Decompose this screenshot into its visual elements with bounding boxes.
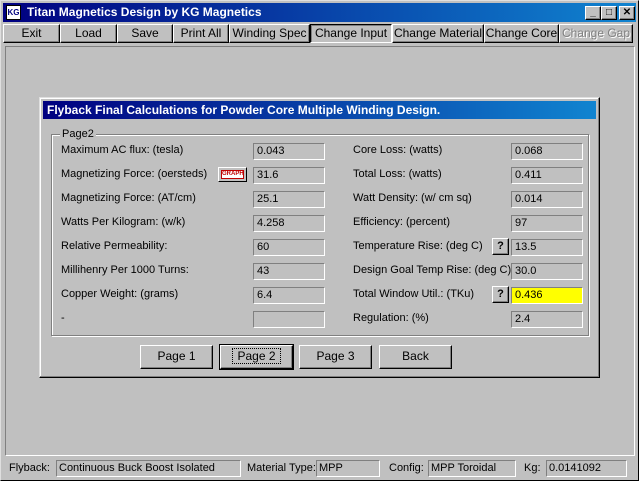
- kg-label: Kg:: [524, 462, 541, 474]
- temperature-rise-label: Temperature Rise: (deg C): [353, 240, 483, 252]
- magnetizing-force-atcm-value: 25.1: [253, 191, 325, 208]
- magnetizing-force-oe-value: 31.6: [253, 167, 325, 184]
- millihenry-label: Millihenry Per 1000 Turns:: [61, 264, 189, 276]
- page-1-label: Page 1: [157, 349, 196, 363]
- winding-spec-button[interactable]: Winding Spec: [229, 24, 310, 43]
- page-2-label: Page 2: [232, 348, 281, 364]
- millihenry-value: 43: [253, 263, 325, 280]
- regulation-label: Regulation: (%): [353, 312, 429, 324]
- efficiency-value: 97: [511, 215, 583, 232]
- copper-weight-label: Copper Weight: (grams): [61, 288, 179, 300]
- config-value: MPP Toroidal: [428, 460, 516, 477]
- change-material-button[interactable]: Change Material: [392, 24, 484, 43]
- copper-weight-value: 6.4: [253, 287, 325, 304]
- window-util-help-button[interactable]: ?: [492, 286, 509, 303]
- back-button[interactable]: Back: [379, 345, 452, 369]
- change-core-button[interactable]: Change Core: [484, 24, 559, 43]
- back-label: Back: [402, 349, 429, 363]
- regulation-value: 2.4: [511, 311, 583, 328]
- design-goal-temp-value: 30.0: [511, 263, 583, 280]
- calculations-dialog: Flyback Final Calculations for Powder Co…: [39, 97, 600, 378]
- window-util-value: 0.436: [511, 287, 583, 304]
- total-loss-value: 0.411: [511, 167, 583, 184]
- maximize-button[interactable]: □: [601, 6, 617, 20]
- watt-density-value: 0.014: [511, 191, 583, 208]
- kg-value: 0.0141092: [546, 460, 627, 477]
- page2-group: Page2 Maximum AC flux: (tesla) 0.043 Mag…: [51, 127, 589, 336]
- design-goal-temp-label: Design Goal Temp Rise: (deg C): [353, 264, 512, 276]
- exit-button[interactable]: Exit: [3, 24, 60, 43]
- change-input-button[interactable]: Change Input: [310, 24, 392, 43]
- group-label: Page2: [60, 127, 96, 141]
- page-3-button[interactable]: Page 3: [299, 345, 372, 369]
- flyback-label: Flyback:: [9, 462, 50, 474]
- close-button[interactable]: ✕: [619, 6, 635, 20]
- graph-icon: GRAPH: [221, 170, 244, 179]
- print-all-button[interactable]: Print All: [173, 24, 229, 43]
- window-util-label: Total Window Util.: (TKu): [353, 288, 475, 300]
- graph-button[interactable]: GRAPH: [218, 167, 247, 182]
- flyback-value: Continuous Buck Boost Isolated: [56, 460, 241, 477]
- temperature-rise-help-button[interactable]: ?: [492, 238, 509, 255]
- watt-density-label: Watt Density: (w/ cm sq): [353, 192, 472, 204]
- toolbar: Exit Load Save Print All Winding Spec Ch…: [3, 24, 636, 44]
- temperature-rise-value: 13.5: [511, 239, 583, 256]
- title-bar[interactable]: KG Titan Magnetics Design by KG Magnetic…: [3, 3, 636, 22]
- load-button[interactable]: Load: [60, 24, 117, 43]
- config-label: Config:: [389, 462, 424, 474]
- total-loss-label: Total Loss: (watts): [353, 168, 442, 180]
- relative-permeability-value: 60: [253, 239, 325, 256]
- app-icon[interactable]: KG: [6, 5, 21, 20]
- dialog-title[interactable]: Flyback Final Calculations for Powder Co…: [43, 101, 596, 119]
- magnetizing-force-atcm-label: Magnetizing Force: (AT/cm): [61, 192, 196, 204]
- page-2-button[interactable]: Page 2: [219, 344, 294, 370]
- empty-label: -: [61, 312, 65, 324]
- watts-per-kg-value: 4.258: [253, 215, 325, 232]
- magnetizing-force-oe-label: Magnetizing Force: (oersteds): [61, 168, 208, 180]
- empty-value: [253, 311, 325, 328]
- material-type-value: MPP: [316, 460, 380, 477]
- minimize-button[interactable]: _: [585, 6, 601, 20]
- max-ac-flux-value: 0.043: [253, 143, 325, 160]
- change-gap-button: Change Gap: [559, 24, 633, 43]
- page-1-button[interactable]: Page 1: [140, 345, 213, 369]
- core-loss-label: Core Loss: (watts): [353, 144, 443, 156]
- status-bar: Flyback: Continuous Buck Boost Isolated …: [5, 459, 635, 478]
- watts-per-kg-label: Watts Per Kilogram: (w/k): [61, 216, 186, 228]
- page-3-label: Page 3: [316, 349, 355, 363]
- efficiency-label: Efficiency: (percent): [353, 216, 451, 228]
- save-button[interactable]: Save: [117, 24, 173, 43]
- max-ac-flux-label: Maximum AC flux: (tesla): [61, 144, 184, 156]
- app-window: KG Titan Magnetics Design by KG Magnetic…: [0, 0, 639, 481]
- window-title: Titan Magnetics Design by KG Magnetics: [27, 5, 262, 19]
- material-type-label: Material Type:: [247, 462, 316, 474]
- relative-permeability-label: Relative Permeability:: [61, 240, 168, 252]
- core-loss-value: 0.068: [511, 143, 583, 160]
